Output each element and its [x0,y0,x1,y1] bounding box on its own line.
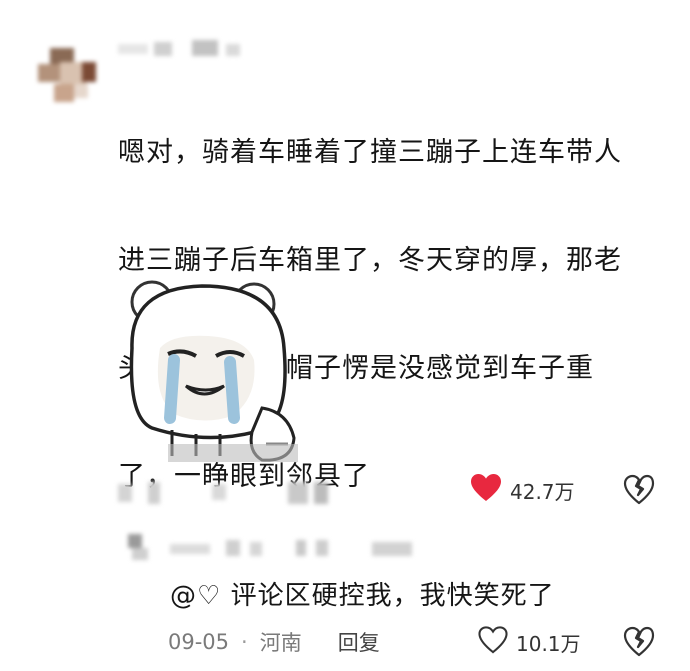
like-button[interactable]: 10.1万 [478,624,581,660]
comment-meta [112,474,342,508]
heart-outline-icon [478,626,508,658]
avatar[interactable] [124,530,154,564]
broken-heart-icon[interactable] [623,626,655,658]
reply-text: @♡ 评论区硬控我，我快笑死了 [170,581,555,611]
like-count: 10.1万 [516,631,581,656]
reply-meta: 09-05 · 河南 回复 [168,624,380,660]
meta-separator: · [241,630,248,654]
username[interactable] [166,534,436,562]
heart-filled-icon [470,473,502,507]
reply-date: 09-05 [168,630,230,654]
reply-button[interactable]: 回复 [338,627,380,657]
broken-heart-icon[interactable] [623,474,655,506]
comment-line: 嗯对，骑着车睡着了撞三蹦子上连车带人 [118,137,622,168]
like-button[interactable]: 42.7万 [470,472,575,508]
avatar[interactable] [30,40,100,108]
like-count: 42.7万 [510,479,575,504]
reply-location: 河南 [259,631,302,655]
crying-bear-sticker[interactable] [112,268,312,468]
username[interactable] [112,36,252,62]
